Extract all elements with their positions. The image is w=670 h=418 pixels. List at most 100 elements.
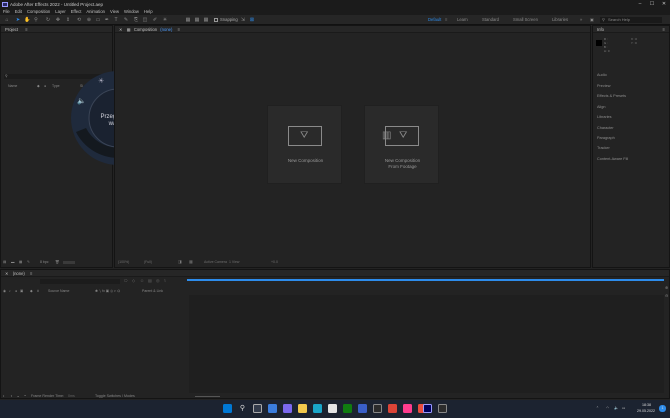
start-windows-icon[interactable] bbox=[223, 404, 232, 413]
rectangle-tool-icon[interactable]: ▭ bbox=[95, 17, 101, 23]
camera-dropdown[interactable]: Active Camera bbox=[204, 260, 227, 264]
tray-overflow-icon[interactable]: ⌃ bbox=[596, 406, 599, 410]
layer-number-icon[interactable]: # bbox=[37, 289, 39, 293]
puppet-tool-icon[interactable]: ✳ bbox=[162, 17, 168, 23]
battery-icon[interactable]: ▭ bbox=[622, 406, 625, 410]
pen-icon[interactable]: ✎ bbox=[27, 260, 30, 264]
snapshot-icon[interactable]: ◨ bbox=[178, 259, 182, 264]
new-composition-button[interactable]: ⛛ New Composition bbox=[267, 105, 342, 184]
zoom-in-icon[interactable]: ⊕ bbox=[665, 285, 668, 290]
menu-composition[interactable]: Composition bbox=[27, 9, 50, 14]
volume-icon[interactable]: 🔈 bbox=[614, 406, 618, 410]
app-icon[interactable] bbox=[438, 404, 447, 413]
search-help-input[interactable]: ⚲ Search Help bbox=[600, 17, 662, 23]
panel-menu-icon[interactable]: ≡ bbox=[25, 27, 27, 32]
xbox-icon[interactable] bbox=[343, 404, 352, 413]
work-area-bar[interactable] bbox=[187, 279, 664, 281]
app-icon[interactable] bbox=[358, 404, 367, 413]
menu-window[interactable]: Window bbox=[124, 9, 139, 14]
transfer-controls-icon[interactable]: ◑ bbox=[10, 394, 12, 398]
new-composition-from-footage-button[interactable]: ▥ ⛛ New Composition From Footage bbox=[364, 105, 439, 184]
project-scrollbar[interactable] bbox=[63, 261, 75, 264]
file-explorer-icon[interactable] bbox=[298, 404, 307, 413]
panel-menu-icon[interactable]: ≡ bbox=[663, 26, 665, 33]
render-time-icon[interactable]: ◓ bbox=[24, 394, 26, 398]
pen-tool-icon[interactable]: ✒ bbox=[104, 17, 110, 23]
menu-help[interactable]: Help bbox=[144, 9, 153, 14]
hand-tool-icon[interactable]: ✋ bbox=[24, 17, 30, 23]
panel-menu-icon[interactable]: ≡ bbox=[30, 271, 32, 276]
menu-view[interactable]: View bbox=[110, 9, 119, 14]
bpc-label[interactable]: 8 bpc bbox=[40, 260, 49, 264]
snapping-checkbox[interactable] bbox=[214, 18, 218, 22]
edge-browser-icon[interactable] bbox=[313, 404, 322, 413]
workspace-default[interactable]: Default bbox=[428, 17, 441, 23]
roto-tool-icon[interactable]: ✐ bbox=[152, 17, 158, 23]
info-panel-title[interactable]: Info bbox=[597, 27, 604, 32]
anchor-tool-icon[interactable]: ⊕ bbox=[86, 17, 92, 23]
lock-icon[interactable]: ▦ bbox=[127, 27, 131, 32]
clone-tool-icon[interactable]: ⎘ bbox=[133, 17, 139, 23]
panel-preview[interactable]: Preview bbox=[597, 84, 611, 88]
composition-name[interactable]: (none) bbox=[160, 27, 172, 32]
panel-align[interactable]: Align bbox=[597, 105, 605, 109]
label-column-icon[interactable]: ◆ bbox=[37, 84, 40, 88]
widgets-icon[interactable] bbox=[268, 404, 277, 413]
view-layout-dropdown[interactable]: 1 View bbox=[229, 260, 239, 264]
search-icon[interactable]: ⚲ bbox=[238, 404, 247, 413]
minimize-button[interactable]: – bbox=[634, 0, 646, 8]
solo-switch-icon[interactable]: ● bbox=[15, 289, 17, 293]
task-view-icon[interactable] bbox=[253, 404, 262, 413]
in-out-icon[interactable]: ◒ bbox=[17, 394, 19, 398]
column-type[interactable]: Type bbox=[52, 84, 60, 88]
selection-tool-icon[interactable]: ➤ bbox=[15, 17, 21, 23]
panel-tracker[interactable]: Tracker bbox=[597, 146, 610, 150]
clock-date[interactable]: 29.05.2022 bbox=[637, 409, 655, 413]
menu-effect[interactable]: Effect bbox=[71, 9, 82, 14]
after-effects-taskbar-icon[interactable] bbox=[423, 404, 432, 413]
shy-icon[interactable]: ☺ bbox=[140, 278, 144, 283]
workspace-small-screen[interactable]: Small Screen bbox=[513, 17, 538, 23]
brush-tool-icon[interactable]: ✎ bbox=[123, 17, 129, 23]
workspace-menu-icon[interactable]: ≡ bbox=[445, 17, 447, 23]
maximize-button[interactable]: ☐ bbox=[646, 0, 658, 8]
audio-switch-icon[interactable]: ♪ bbox=[9, 289, 11, 293]
chat-icon[interactable] bbox=[283, 404, 292, 413]
axis-world-icon[interactable]: ▦ bbox=[194, 17, 200, 23]
interpret-footage-icon[interactable]: ▤ bbox=[3, 260, 6, 264]
label-column-icon[interactable]: ◆ bbox=[30, 289, 33, 293]
graph-editor-icon[interactable]: ⌇ bbox=[164, 278, 166, 283]
dolly-tool-icon[interactable]: ⇕ bbox=[65, 17, 71, 23]
pan-tool-icon[interactable]: ✥ bbox=[55, 17, 61, 23]
store-icon[interactable] bbox=[328, 404, 337, 413]
type-tool-icon[interactable]: T bbox=[113, 17, 119, 23]
snap-edge-icon[interactable]: ⊠ bbox=[249, 17, 255, 23]
chrome-icon[interactable] bbox=[388, 404, 397, 413]
app-icon[interactable] bbox=[403, 404, 412, 413]
wifi-icon[interactable]: ◠ bbox=[606, 406, 609, 410]
menu-edit[interactable]: Edit bbox=[15, 9, 22, 14]
timeline-track-area[interactable] bbox=[189, 295, 664, 393]
zoom-out-icon[interactable]: ⊖ bbox=[665, 293, 668, 298]
orbit-tool-icon[interactable]: ↻ bbox=[45, 17, 51, 23]
notification-badge[interactable]: 1 bbox=[659, 405, 666, 412]
workspace-more-button[interactable]: » bbox=[580, 17, 582, 23]
close-icon[interactable]: ✕ bbox=[5, 271, 9, 276]
new-folder-icon[interactable]: ▬ bbox=[11, 260, 15, 264]
volume-icon[interactable]: 🔈 bbox=[77, 97, 86, 105]
zoom-tool-icon[interactable]: ⚲ bbox=[33, 17, 39, 23]
panel-content-aware-fill[interactable]: Content-Aware Fill bbox=[597, 157, 628, 161]
axis-view-icon[interactable]: ▦ bbox=[203, 17, 209, 23]
clock-time[interactable]: 18:38 bbox=[642, 403, 651, 407]
trash-icon[interactable]: 🗑 bbox=[55, 260, 59, 264]
close-button[interactable]: ✕ bbox=[658, 0, 670, 8]
timeline-search-input[interactable] bbox=[40, 279, 120, 284]
lock-switch-icon[interactable]: ▣ bbox=[20, 289, 23, 293]
panel-character[interactable]: Character bbox=[597, 126, 614, 130]
timeline-panel-title[interactable]: (none) bbox=[13, 271, 25, 276]
panel-paragraph[interactable]: Paragraph bbox=[597, 136, 615, 140]
tag-column-icon[interactable]: ● bbox=[44, 84, 46, 88]
panel-menu-icon[interactable]: ≡ bbox=[178, 27, 180, 32]
comp-flowchart-icon[interactable]: ⎔ bbox=[124, 278, 128, 283]
switches-icons[interactable]: ✱ ∖ fx ▣ ◎ ◐ ⛭ bbox=[95, 289, 120, 293]
